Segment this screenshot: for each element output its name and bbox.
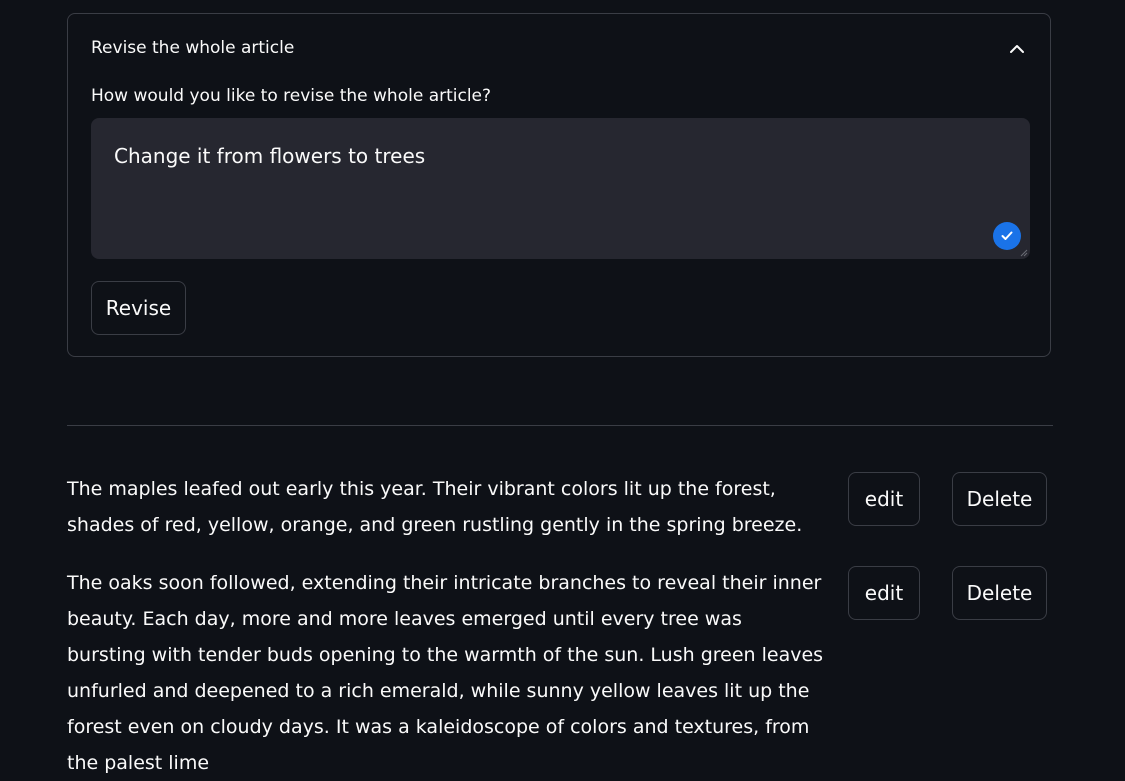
revise-prompt-value[interactable]: Change it from flowers to trees bbox=[114, 144, 425, 168]
check-icon[interactable] bbox=[993, 222, 1021, 250]
chevron-up-icon[interactable] bbox=[1007, 38, 1027, 58]
edit-button[interactable]: edit bbox=[848, 472, 920, 526]
delete-button[interactable]: Delete bbox=[952, 566, 1047, 620]
delete-button[interactable]: Delete bbox=[952, 472, 1047, 526]
expander-header[interactable]: Revise the whole article bbox=[91, 34, 1027, 62]
paragraph-row: The oaks soon followed, extending their … bbox=[67, 565, 1053, 774]
revise-prompt-textarea[interactable]: Change it from flowers to trees bbox=[91, 118, 1030, 259]
edit-button[interactable]: edit bbox=[848, 566, 920, 620]
revise-button[interactable]: Revise bbox=[91, 281, 186, 335]
paragraph-row: The maples leafed out early this year. T… bbox=[67, 471, 1053, 551]
expander-title: Revise the whole article bbox=[91, 38, 295, 58]
resize-handle-icon[interactable] bbox=[1020, 249, 1028, 257]
revise-article-expander: Revise the whole article How would you l… bbox=[67, 13, 1051, 357]
revise-prompt-label: How would you like to revise the whole a… bbox=[91, 86, 492, 106]
paragraph-text: The oaks soon followed, extending their … bbox=[67, 572, 824, 774]
section-divider bbox=[67, 425, 1053, 426]
paragraph-text: The maples leafed out early this year. T… bbox=[67, 478, 803, 536]
